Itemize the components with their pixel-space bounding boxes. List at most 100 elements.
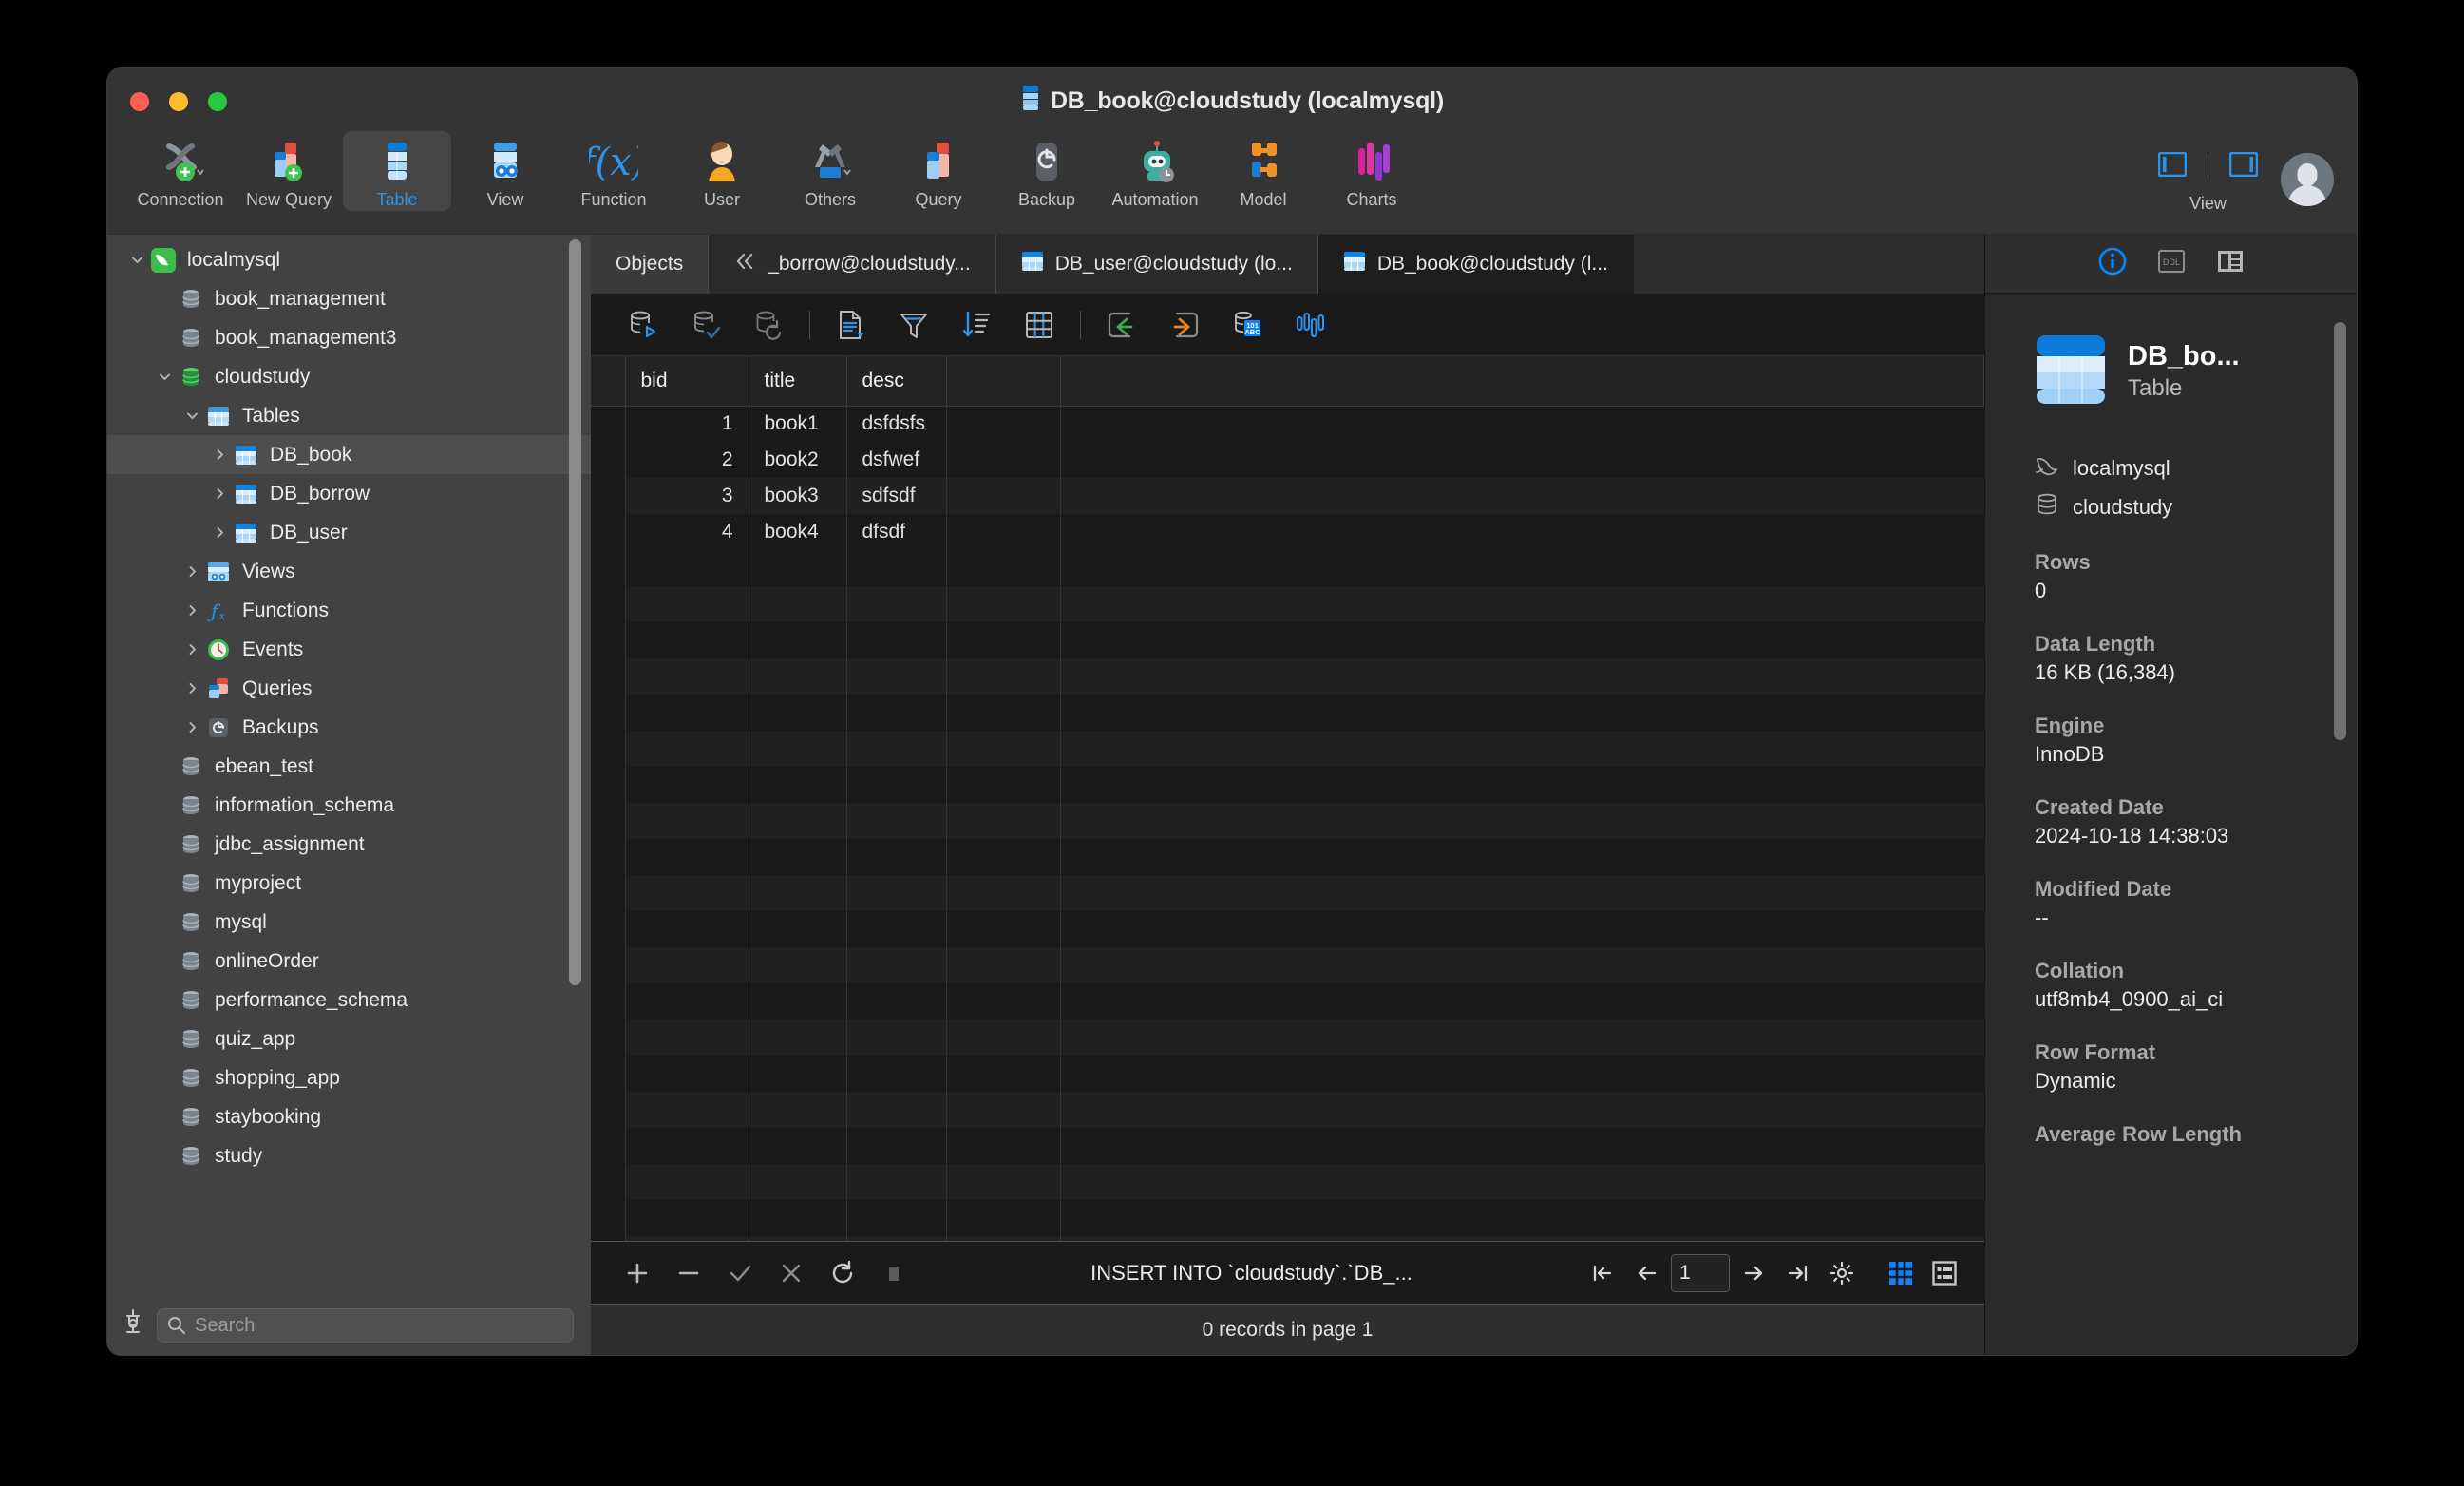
tab-bar[interactable]: Objects_borrow@cloudstudy...DB_user@clou… [591,235,1984,294]
tree-item-backups[interactable]: Backups [107,708,591,747]
tree-item-book-management3[interactable]: book_management3 [107,318,591,357]
form-view-icon[interactable] [1925,1254,1963,1292]
collapse-chevrons-icon[interactable] [733,252,756,276]
tab-3[interactable]: DB_book@cloudstudy (l... [1318,235,1634,294]
cell-bid[interactable]: 3 [625,478,749,514]
last-page-icon[interactable] [1779,1254,1817,1292]
page-number-input[interactable]: 1 [1671,1254,1730,1292]
tree-item-db-borrow[interactable]: DB_borrow [107,474,591,513]
row-selector[interactable] [591,406,625,442]
text-options-icon[interactable] [820,303,882,347]
tree-item-book-management[interactable]: book_management [107,279,591,318]
apply-changes-icon[interactable] [714,1251,766,1295]
toolbar-item-new-query[interactable]: New Query [235,131,343,210]
chevron-right-icon[interactable] [207,486,232,501]
toolbar-item-connection[interactable]: Connection [126,131,235,210]
cell-bid[interactable]: 1 [625,406,749,442]
connection-status-icon[interactable] [123,1309,143,1343]
structure-icon[interactable] [2216,249,2245,278]
chevron-right-icon[interactable] [207,448,232,462]
tree-item-queries[interactable]: Queries [107,669,591,708]
toolbar-item-model[interactable]: Model [1209,131,1317,210]
column-header-desc[interactable]: desc [846,356,946,406]
row-selector[interactable] [591,478,625,514]
export-wizard-icon[interactable] [1153,303,1216,347]
filter-icon[interactable] [882,303,945,347]
table-row[interactable]: 3book3sdfsdf [591,478,1984,514]
cell-desc[interactable]: sdfsdf [846,478,946,514]
cell-title[interactable]: book1 [749,406,846,442]
commit-icon[interactable] [674,303,737,347]
toolbar-item-table[interactable]: Table [343,131,451,211]
chevron-right-icon[interactable] [180,564,204,579]
tab-0[interactable]: Objects [591,235,709,294]
next-page-icon[interactable] [1735,1254,1773,1292]
chevron-down-icon[interactable] [152,370,177,384]
table-row[interactable]: 2book2dsfwef [591,442,1984,478]
chevron-right-icon[interactable] [180,681,204,695]
tree-item-onlineorder[interactable]: onlineOrder [107,942,591,981]
toolbar-item-others[interactable]: Others [776,131,884,210]
tree-item-shopping-app[interactable]: shopping_app [107,1058,591,1097]
tree-item-cloudstudy[interactable]: cloudstudy [107,357,591,396]
toolbar-item-backup[interactable]: Backup [993,131,1101,210]
chevron-down-icon[interactable] [180,409,204,423]
data-generation-icon[interactable]: 101ABC [1216,303,1279,347]
sidebar-scrollbar[interactable] [569,239,581,985]
tree-item-staybooking[interactable]: staybooking [107,1097,591,1136]
tree-item-study[interactable]: study [107,1136,591,1175]
tree-item-information-schema[interactable]: information_schema [107,786,591,825]
chevron-right-icon[interactable] [180,720,204,734]
rollback-icon[interactable] [737,303,800,347]
grid-view-icon[interactable] [1882,1254,1920,1292]
begin-transaction-icon[interactable] [612,303,674,347]
row-selector[interactable] [591,514,625,550]
row-selector[interactable] [591,442,625,478]
chevron-right-icon[interactable] [207,525,232,540]
first-page-icon[interactable] [1583,1254,1621,1292]
tab-2[interactable]: DB_user@cloudstudy (lo... [996,235,1318,294]
toolbar-item-automation[interactable]: Automation [1101,131,1209,210]
cell-desc[interactable]: dsfwef [846,442,946,478]
cell-desc[interactable]: dsfdsfs [846,406,946,442]
info-panel-scrollbar[interactable] [2334,322,2346,740]
data-grid[interactable]: bid title desc 1book1dsfdsfs2book2dsfwef… [591,356,1984,1241]
tree-item-quiz-app[interactable]: quiz_app [107,1019,591,1058]
tree-item-tables[interactable]: Tables [107,396,591,435]
cell-title[interactable]: book2 [749,442,846,478]
add-record-icon[interactable] [612,1251,663,1295]
tree-item-events[interactable]: Events [107,630,591,669]
tree-item-ebean-test[interactable]: ebean_test [107,747,591,786]
chevron-down-icon[interactable] [124,253,149,267]
grid-columns-icon[interactable] [1008,303,1071,347]
chevron-right-icon[interactable] [180,603,204,618]
table-row[interactable]: 4book4dfsdf [591,514,1984,550]
toggle-right-sidebar-icon[interactable] [2229,152,2258,181]
sort-icon[interactable] [945,303,1008,347]
tree-item-functions[interactable]: ƒxFunctions [107,591,591,630]
pager-settings-icon[interactable] [1823,1254,1861,1292]
column-header-title[interactable]: title [749,356,846,406]
tree-item-localmysql[interactable]: localmysql [107,240,591,279]
cell-bid[interactable]: 2 [625,442,749,478]
cell-desc[interactable]: dfsdf [846,514,946,550]
table-row[interactable]: 1book1dsfdsfs [591,406,1984,442]
toolbar-item-query[interactable]: Query [884,131,993,210]
cell-bid[interactable]: 4 [625,514,749,550]
cell-title[interactable]: book4 [749,514,846,550]
delete-record-icon[interactable] [663,1251,714,1295]
tree-item-jdbc-assignment[interactable]: jdbc_assignment [107,825,591,864]
prev-page-icon[interactable] [1627,1254,1665,1292]
column-header-bid[interactable]: bid [625,356,749,406]
tree-item-mysql[interactable]: mysql [107,903,591,942]
import-wizard-icon[interactable] [1090,303,1153,347]
discard-changes-icon[interactable] [766,1251,817,1295]
tree-item-views[interactable]: Views [107,552,591,591]
tree-item-db-book[interactable]: DB_book [107,435,591,474]
tree-item-db-user[interactable]: DB_user [107,513,591,552]
avatar[interactable] [2281,153,2334,206]
ddl-icon[interactable]: DDL [2157,249,2186,278]
refresh-icon[interactable] [817,1251,868,1295]
tree-item-performance-schema[interactable]: performance_schema [107,981,591,1019]
stop-icon[interactable] [868,1251,919,1295]
